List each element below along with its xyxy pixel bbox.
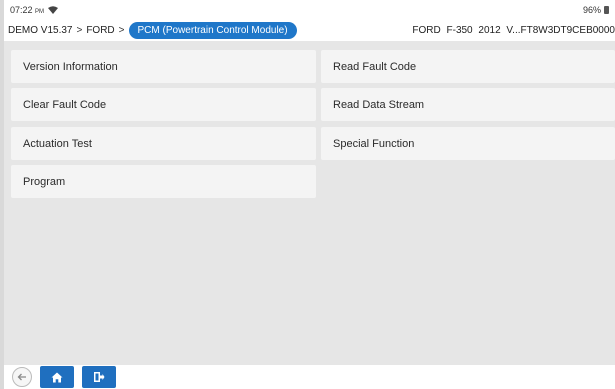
back-button[interactable]	[12, 367, 32, 387]
read-data-stream-button[interactable]: Read Data Stream	[321, 88, 615, 121]
app-window: 07:22 PM 96% DEMO V15.37 > FORD > PCM (P…	[0, 0, 615, 389]
arrow-left-icon	[17, 373, 26, 381]
version-information-button[interactable]: Version Information	[11, 50, 316, 83]
read-fault-code-button[interactable]: Read Fault Code	[321, 50, 615, 83]
breadcrumb-separator: >	[76, 25, 83, 36]
battery-icon	[604, 6, 609, 14]
breadcrumb-item-ford[interactable]: FORD	[86, 25, 114, 36]
header-bar: DEMO V15.37 > FORD > PCM (Powertrain Con…	[4, 20, 615, 42]
vehicle-info: FORD F-350 2012 V...FT8W3DT9CEB0000	[412, 25, 615, 36]
function-menu: Version Information Read Fault Code Clea…	[4, 42, 615, 365]
home-icon	[51, 372, 63, 382]
special-function-button[interactable]: Special Function	[321, 127, 615, 160]
status-left: 07:22 PM	[10, 5, 59, 15]
bottom-nav-bar	[4, 365, 615, 389]
status-right: 96%	[583, 5, 609, 15]
breadcrumb: DEMO V15.37 > FORD > PCM (Powertrain Con…	[8, 22, 297, 39]
wifi-icon	[48, 6, 59, 14]
status-bar: 07:22 PM 96%	[4, 0, 615, 20]
status-time-value: 07:22	[10, 5, 33, 15]
exit-button[interactable]	[82, 366, 116, 388]
battery-percent: 96%	[582, 5, 601, 15]
breadcrumb-separator: >	[118, 25, 125, 36]
actuation-test-button[interactable]: Actuation Test	[11, 127, 316, 160]
program-button[interactable]: Program	[11, 165, 316, 198]
breadcrumb-item-active: PCM (Powertrain Control Module)	[128, 22, 297, 39]
clear-fault-code-button[interactable]: Clear Fault Code	[11, 88, 316, 121]
breadcrumb-item-demo[interactable]: DEMO V15.37	[8, 25, 72, 36]
home-button[interactable]	[40, 366, 74, 388]
exit-icon	[94, 372, 105, 382]
status-time: 07:22 PM	[10, 5, 44, 15]
status-time-ampm: PM	[35, 9, 45, 15]
